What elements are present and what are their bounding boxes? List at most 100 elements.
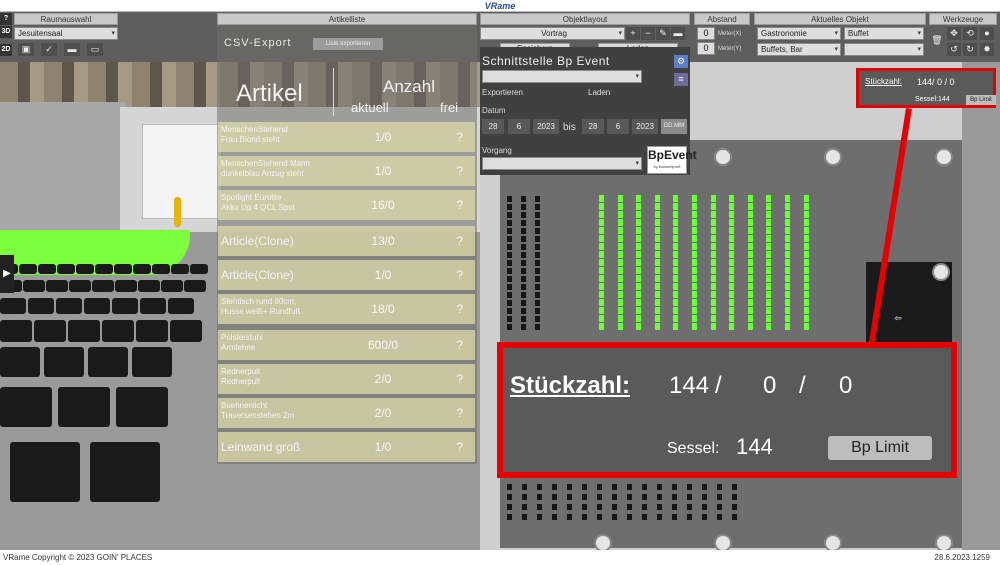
seat [636,307,642,314]
lightbulb-icon[interactable]: ● [980,27,994,40]
seat-dark [535,324,540,330]
folder-open-icon[interactable]: ▭ [87,43,103,56]
seat [599,315,604,322]
abstand-header: Abstand [694,13,750,25]
mode-2d-button[interactable]: 2D [0,44,12,56]
to-month[interactable]: 6 [607,119,629,134]
seat-dark [535,196,540,202]
seat [654,323,660,330]
bp-exportieren-label[interactable]: Exportieren [482,88,523,97]
list-icon[interactable]: ≡ [674,73,688,86]
seat-dark [702,494,707,500]
edit-icon[interactable]: ▣ [18,43,34,56]
seat [692,315,697,322]
chair [133,264,151,274]
from-month[interactable]: 6 [508,119,530,134]
seat [710,283,716,290]
mode-3d-button[interactable]: 3D [0,26,12,38]
seat [636,299,642,306]
seat [692,203,697,210]
chair [84,298,110,314]
to-day[interactable]: 28 [582,119,604,134]
seat [747,315,753,322]
check-icon[interactable]: ✓ [41,43,57,56]
folder-icon[interactable]: ▬ [64,43,80,56]
artikel-row[interactable]: Stehtisch rund 80cm, Husse weiß+ Rundfuß… [218,294,475,324]
artikel-row[interactable]: Article(Clone) 13/0? [218,226,475,256]
artikel-count: 16/0 [371,198,395,212]
artikel-row[interactable]: Rednerpult Rednerpult 2/0? [218,364,475,394]
seat-dark [642,494,647,500]
seat [785,315,790,322]
artikel-row[interactable]: Buehnenlicht Traversenstehen 2m 2/0? [218,398,475,428]
from-day[interactable]: 28 [482,119,504,134]
layout-select[interactable]: Vortrag [480,27,625,40]
folder-icon[interactable]: ▬ [671,27,685,40]
to-year[interactable]: 2023 [632,119,658,134]
seat [803,195,809,202]
objekt-type-select[interactable]: Buffet [844,27,924,40]
seat [710,267,716,274]
seat [599,259,604,266]
bp-limit-mini-button[interactable]: Bp Limit [966,95,996,105]
add-icon[interactable]: + [626,27,640,40]
rotate-left-icon[interactable]: ↺ [947,43,961,56]
artikel-row[interactable]: MenschenStehend Mann dunkelblau Anzug st… [218,156,475,186]
seat [766,235,772,242]
artikel-row[interactable]: Spotlight Eurolite Akku Up 4 QCL Spot 16/… [218,190,475,220]
seat [692,235,697,242]
stueckzahl-zoom: Stückzahl: 144 / 0 / 0 Sessel: 144 Bp Li… [497,342,957,478]
liste-exportieren-button[interactable]: Liste exportieren [313,38,383,50]
seat [617,275,623,282]
artikel-row[interactable]: MenschenStehend Frau Blond steht 1/0? [218,122,475,152]
seat [599,243,604,250]
help-button[interactable]: ? [0,13,12,25]
stueckzahl-mini-label: Stückzahl: [865,77,902,86]
seat [673,235,679,242]
artikel-row[interactable]: Leinwand groß 1/0? [218,432,475,462]
light-settings-icon[interactable]: ✸ [980,43,994,56]
bp-limit-button[interactable]: Bp Limit [828,436,932,460]
vorgang-select[interactable] [482,157,642,170]
seat [673,323,679,330]
seat [692,307,697,314]
seat-dark [612,484,617,490]
chair [0,320,32,342]
chair [112,298,138,314]
artikel-row[interactable]: Article(Clone) 1/0? [218,260,475,290]
seat [710,315,716,322]
seat [729,307,735,314]
seat [599,267,604,274]
remove-icon[interactable]: − [641,27,655,40]
objekt-variant-select[interactable] [844,43,924,56]
nav-arrow-icon[interactable]: ▶ [0,255,14,293]
seat [599,323,604,330]
abstand-x-input[interactable]: 0 [697,27,715,40]
pencil-icon[interactable]: ✎ [656,27,670,40]
artikel-row[interactable]: Polsterstuhl Armlehne 600/0? [218,330,475,360]
seat [803,259,809,266]
objekt-category-select[interactable]: Gastronomie [757,27,841,40]
raum-select[interactable]: Jesuitensaal [14,27,118,40]
chair [161,280,183,292]
abstand-y-input[interactable]: 0 [697,42,715,55]
stueckzahl-current: 144 [669,372,710,399]
settings-icon[interactable]: ⚙ [674,55,688,68]
seat [729,211,735,218]
bp-event-select[interactable] [482,70,642,83]
objekt-sub-select[interactable]: Buffets, Bar [757,43,841,56]
rotate-right-icon[interactable]: ↻ [963,43,977,56]
seat [692,219,697,226]
move-icon[interactable]: ✥ [947,27,961,40]
artikel-count: 2/0 [374,406,392,420]
seat-dark [521,252,526,258]
date-format-button[interactable]: DD.MM [661,119,687,134]
trash-icon[interactable]: 🗑 [930,34,944,47]
seat [710,203,716,210]
from-year[interactable]: 2023 [533,119,559,134]
rotate-icon[interactable]: ⟲ [963,27,977,40]
artikel-count: 18/0 [371,302,395,316]
bp-laden-label[interactable]: Laden [588,88,610,97]
seat-dark [672,514,677,520]
seat [599,195,604,202]
